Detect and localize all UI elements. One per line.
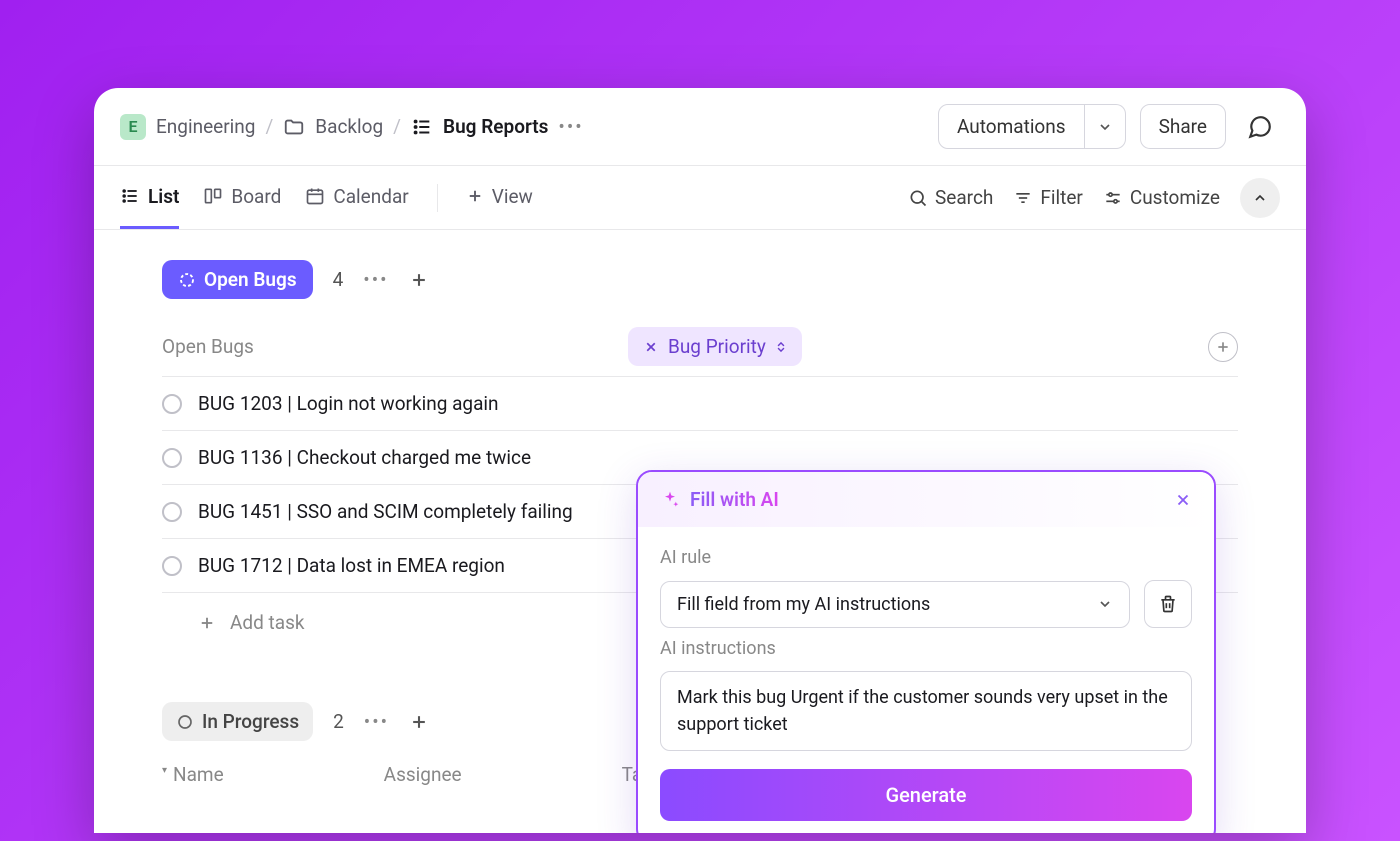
group-add-button[interactable]: [409, 270, 429, 290]
view-tab-list[interactable]: List: [120, 167, 179, 229]
column-assignee[interactable]: Assignee: [384, 763, 462, 786]
view-tab-calendar[interactable]: Calendar: [305, 167, 408, 229]
separator: /: [393, 115, 401, 138]
task-title: BUG 1136 | Checkout charged me twice: [198, 446, 531, 469]
filter-button[interactable]: Filter: [1013, 186, 1082, 209]
group-inprogress-count: 2: [333, 710, 344, 733]
ai-rule-value: Fill field from my AI instructions: [677, 594, 930, 615]
add-column-button[interactable]: [1208, 332, 1238, 362]
generate-button[interactable]: Generate: [660, 769, 1192, 821]
automations-button[interactable]: Automations: [938, 104, 1085, 149]
workspace-badge[interactable]: E: [120, 114, 146, 140]
group-more-icon[interactable]: •••: [364, 710, 389, 733]
ai-rule-select[interactable]: Fill field from my AI instructions: [660, 581, 1130, 628]
task-row[interactable]: BUG 1203 | Login not working again: [162, 377, 1238, 431]
search-button[interactable]: Search: [908, 186, 993, 209]
column-header-row: Open Bugs Bug Priority: [162, 317, 1238, 377]
task-title: BUG 1451 | SSO and SCIM completely faili…: [198, 500, 573, 523]
filter-label: Filter: [1040, 186, 1082, 209]
close-button[interactable]: [1174, 491, 1192, 509]
group-add-button[interactable]: [409, 712, 429, 732]
header-actions: Automations Share: [938, 104, 1280, 149]
group-open-label: Open Bugs: [204, 268, 297, 291]
search-label: Search: [935, 186, 993, 209]
popover-body: AI rule Fill field from my AI instructio…: [638, 527, 1214, 833]
customize-button[interactable]: Customize: [1103, 186, 1220, 209]
task-status-icon[interactable]: [162, 448, 182, 468]
popover-header: Fill with AI: [638, 472, 1214, 527]
ai-instructions-input[interactable]: Mark this bug Urgent if the customer sou…: [660, 671, 1192, 751]
collapse-button[interactable]: [1240, 178, 1280, 218]
group-more-icon[interactable]: •••: [363, 268, 388, 291]
ai-instructions-label: AI instructions: [660, 638, 1192, 659]
task-status-icon[interactable]: [162, 502, 182, 522]
column-name: Open Bugs: [162, 335, 628, 358]
automations-button-group: Automations: [938, 104, 1126, 149]
app-window: E Engineering / Backlog / Bug Reports ••…: [94, 88, 1306, 833]
popover-title: Fill with AI: [690, 488, 779, 511]
group-open-pill[interactable]: Open Bugs: [162, 260, 313, 299]
view-tab-board-label: Board: [231, 185, 281, 208]
folder-icon: [283, 116, 305, 138]
share-button[interactable]: Share: [1140, 104, 1226, 149]
task-status-icon[interactable]: [162, 556, 182, 576]
view-tab-board[interactable]: Board: [203, 167, 281, 229]
column-name-2[interactable]: ▾Name: [162, 763, 224, 786]
more-menu-icon[interactable]: •••: [558, 115, 583, 138]
automations-dropdown[interactable]: [1085, 104, 1126, 149]
task-status-icon[interactable]: [162, 394, 182, 414]
add-task-label: Add task: [230, 611, 305, 634]
viewbar: List Board Calendar View Search Filter: [94, 166, 1306, 230]
view-tab-calendar-label: Calendar: [333, 185, 408, 208]
header: E Engineering / Backlog / Bug Reports ••…: [94, 88, 1306, 166]
ai-rule-label: AI rule: [660, 547, 1192, 568]
breadcrumb-workspace[interactable]: Engineering: [156, 115, 255, 138]
sort-icon: ▾: [162, 765, 167, 776]
delete-rule-button[interactable]: [1144, 580, 1192, 628]
separator: /: [265, 115, 273, 138]
breadcrumb-list[interactable]: Bug Reports: [443, 115, 548, 138]
breadcrumb-folder[interactable]: Backlog: [315, 115, 383, 138]
task-title: BUG 1712 | Data lost in EMEA region: [198, 554, 505, 577]
ai-rule-row: Fill field from my AI instructions: [660, 580, 1192, 628]
group-open-count: 4: [333, 268, 344, 291]
customize-label: Customize: [1130, 186, 1220, 209]
fill-with-ai-popover: Fill with AI AI rule Fill field from my …: [636, 470, 1216, 833]
add-view-button[interactable]: View: [466, 167, 533, 229]
add-view-label: View: [492, 185, 533, 208]
breadcrumb: E Engineering / Backlog / Bug Reports ••…: [120, 114, 584, 140]
group-inprogress-pill[interactable]: In Progress: [162, 702, 313, 741]
group-inprogress-label: In Progress: [202, 710, 299, 733]
view-tab-list-label: List: [148, 185, 179, 208]
column-priority[interactable]: Bug Priority: [628, 327, 802, 366]
list-icon: [411, 116, 433, 138]
task-title: BUG 1203 | Login not working again: [198, 392, 499, 415]
column-priority-label: Bug Priority: [668, 335, 766, 358]
view-actions: Search Filter Customize: [908, 178, 1280, 218]
chat-icon[interactable]: [1240, 107, 1280, 147]
sparkle-icon: [660, 490, 680, 510]
group-header-open: Open Bugs 4 •••: [94, 260, 1306, 317]
